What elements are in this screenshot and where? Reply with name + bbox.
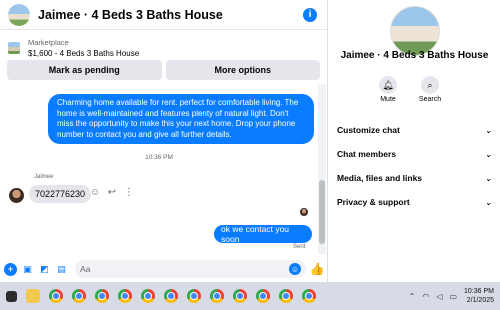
taskbar: ⌃ ◠ ◁ ▭ 10:36 PM 2/1/2025 [0, 282, 500, 310]
chrome-icon[interactable] [187, 289, 201, 303]
clock-date: 2/1/2025 [466, 297, 494, 304]
menu-item-label: Media, files and links [337, 173, 423, 183]
clock[interactable]: 10:36 PM 2/1/2025 [464, 287, 494, 305]
chrome-icon[interactable] [141, 289, 155, 303]
reply-icon[interactable]: ↩ [107, 188, 117, 198]
message-input[interactable]: Aa ☺ [75, 260, 306, 278]
chat-title[interactable]: Jaimee · 4 Beds 3 Baths House [38, 8, 303, 22]
message-tools: ☺ ↩ ⋮ [90, 188, 134, 198]
chevron-up-icon[interactable]: ⌃ [409, 292, 416, 301]
chrome-icon[interactable] [302, 289, 316, 303]
like-icon[interactable]: 👍 [310, 262, 325, 276]
chrome-icon[interactable] [256, 289, 270, 303]
media-files-links-item[interactable]: Media, files and links ⌄ [329, 166, 500, 190]
outgoing-message: Charming home available for rent. perfec… [48, 94, 314, 144]
mute-label: Mute [380, 96, 396, 103]
sticker-icon[interactable]: ◩ [38, 263, 51, 276]
menu-item-label: Privacy & support [337, 197, 410, 207]
start-icon[interactable] [6, 290, 17, 302]
message-list: Charming home available for rent. perfec… [0, 84, 318, 254]
plus-icon[interactable]: + [4, 262, 17, 276]
chevron-down-icon: ⌄ [485, 149, 492, 159]
sender-avatar[interactable] [9, 188, 24, 203]
message-composer: + ▣ ◩ ▤ Aa ☺ 👍 [0, 257, 328, 281]
scrollbar-thumb[interactable] [319, 180, 325, 244]
system-tray: ⌃ ◠ ◁ ▭ 10:36 PM 2/1/2025 [409, 282, 494, 310]
quick-actions: 🔔︎ Mute ⌕ Search [376, 76, 442, 103]
message-timestamp: 10:36 PM [145, 154, 173, 161]
listing-thumbnail [8, 41, 20, 54]
chrome-icon[interactable] [210, 289, 224, 303]
conversation-details-panel: Jaimee · 4 Beds 3 Baths House 🔔︎ Mute ⌕ … [329, 0, 500, 282]
mark-as-pending-button[interactable]: Mark as pending [7, 60, 162, 80]
file-explorer-icon[interactable] [26, 289, 40, 303]
menu-item-label: Customize chat [337, 125, 400, 135]
chevron-down-icon: ⌄ [485, 197, 492, 207]
chrome-icon[interactable] [233, 289, 247, 303]
chat-avatar[interactable] [8, 3, 30, 26]
more-options-button[interactable]: More options [165, 60, 320, 80]
battery-icon[interactable]: ▭ [449, 292, 457, 301]
react-icon[interactable]: ☺ [90, 188, 100, 198]
message-status: Sent [293, 244, 306, 250]
panel-title: Jaimee · 4 Beds 3 Baths House [340, 50, 489, 61]
conversation-avatar [390, 6, 440, 56]
chat-pane: Jaimee · 4 Beds 3 Baths House i Marketpl… [0, 0, 328, 282]
listing-title: $1,600 - 4 Beds 3 Baths House [28, 48, 140, 58]
sender-name: Jaimee [34, 174, 54, 180]
mute-button[interactable]: 🔔︎ Mute [376, 76, 400, 103]
menu-item-label: Chat members [337, 149, 397, 159]
emoji-icon[interactable]: ☺ [289, 263, 301, 275]
image-icon[interactable]: ▣ [21, 263, 34, 276]
search-button[interactable]: ⌕ Search [418, 76, 442, 103]
clock-time: 10:36 PM [464, 288, 494, 295]
customize-chat-item[interactable]: Customize chat ⌄ [329, 118, 500, 142]
chrome-icon[interactable] [72, 289, 86, 303]
chrome-icon[interactable] [49, 289, 63, 303]
chrome-icon[interactable] [118, 289, 132, 303]
chat-members-item[interactable]: Chat members ⌄ [329, 142, 500, 166]
marketplace-label: Marketplace [28, 37, 69, 47]
chevron-down-icon: ⌄ [485, 125, 492, 135]
incoming-message: 7022776230 [29, 185, 92, 203]
chat-scrollbar[interactable] [318, 84, 326, 254]
marketplace-listing[interactable]: Marketplace $1,600 - 4 Beds 3 Baths Hous… [0, 30, 327, 60]
speaker-icon[interactable]: ◁ [436, 292, 442, 301]
message-input-placeholder[interactable]: Aa [80, 264, 289, 274]
chrome-icon[interactable] [95, 289, 109, 303]
panel-menu: Customize chat ⌄ Chat members ⌄ Media, f… [329, 118, 500, 214]
bell-icon[interactable]: 🔔︎ [379, 76, 397, 94]
chat-header: Jaimee · 4 Beds 3 Baths House i [0, 0, 327, 30]
chrome-icon[interactable] [279, 289, 293, 303]
search-icon[interactable]: ⌕ [421, 76, 439, 94]
info-icon[interactable]: i [303, 7, 317, 22]
chrome-icon[interactable] [164, 289, 178, 303]
more-icon[interactable]: ⋮ [124, 188, 134, 198]
gif-icon[interactable]: ▤ [55, 263, 68, 276]
messenger-window: Jaimee · 4 Beds 3 Baths House i Marketpl… [0, 0, 500, 310]
outgoing-message: ok we contact you soon [214, 224, 312, 244]
chevron-down-icon: ⌄ [485, 173, 492, 183]
privacy-support-item[interactable]: Privacy & support ⌄ [329, 190, 500, 214]
seen-avatar [300, 208, 308, 216]
wifi-icon[interactable]: ◠ [422, 292, 429, 301]
listing-actions: Mark as pending More options [0, 60, 327, 80]
search-label: Search [418, 96, 442, 103]
